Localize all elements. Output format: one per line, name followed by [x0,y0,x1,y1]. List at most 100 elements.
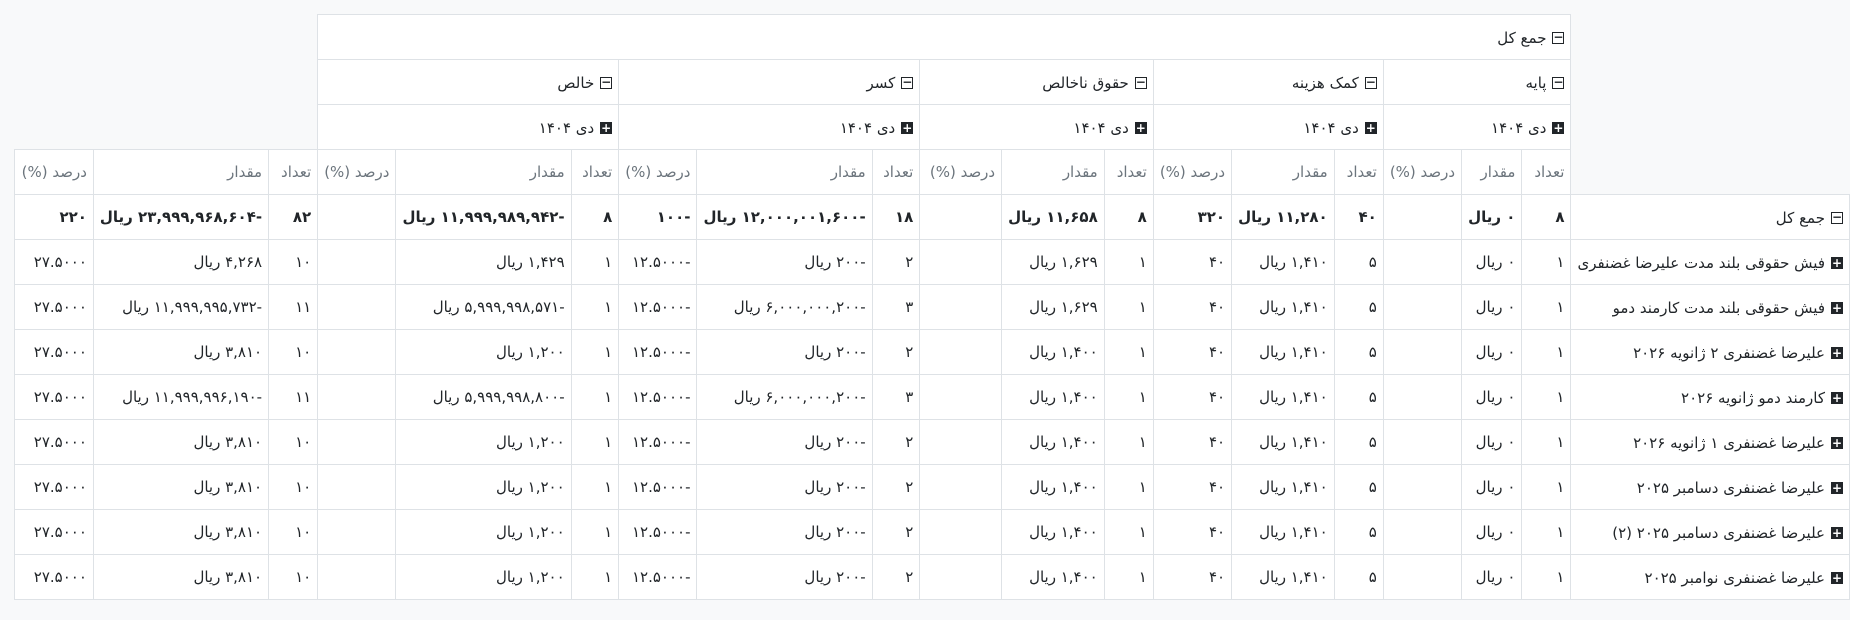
row-toggle[interactable]: + فیش حقوقی بلند مدت کارمند دمو [1613,299,1843,317]
period-toggle[interactable]: + دی ۱۴۰۴ [1303,119,1377,137]
row-header[interactable]: + علیرضا غضنفری ۲ ژانویه ۲۰۲۶ [1570,329,1850,375]
cell-count: ۵ [1333,464,1384,510]
row-toggle[interactable]: + علیرضا غضنفری دسامبر ۲۰۲۵ (۲) [1612,524,1843,542]
col-header-group[interactable]: − پایه [1382,59,1572,105]
col-header-group[interactable]: − خالص [317,59,620,105]
row-header[interactable]: + فیش حقوقی بلند مدت کارمند دمو [1570,284,1850,330]
expand-icon[interactable]: + [1831,346,1843,359]
measure-header-count[interactable]: تعداد [871,149,921,195]
measure-header-amount[interactable]: مقدار [92,149,270,195]
row-header[interactable]: + علیرضا غضنفری ۱ ژانویه ۲۰۲۶ [1570,419,1850,465]
measure-header-count[interactable]: تعداد [1103,149,1154,195]
col-header-grand-total[interactable]: − جمع کل [317,14,1572,60]
measure-header-percent[interactable]: درصد (%) [1382,149,1463,195]
expand-icon[interactable]: + [901,121,914,134]
group-toggle[interactable]: − کسر [866,74,914,92]
row-header[interactable]: + علیرضا غضنفری دسامبر ۲۰۲۵ (۲) [1570,509,1850,555]
row-toggle[interactable]: + علیرضا غضنفری ۱ ژانویه ۲۰۲۶ [1633,434,1843,452]
col-header-period[interactable]: + دی ۱۴۰۴ [1152,104,1384,150]
measure-header-percent[interactable]: درصد (%) [618,149,698,195]
measure-header-percent[interactable]: درصد (%) [1152,149,1233,195]
col-header-period[interactable]: + دی ۱۴۰۴ [618,104,921,150]
table-row: + علیرضا غضنفری دسامبر ۲۰۲۵ ۱ ۰ ریال ۵ ۱,۴۱۰ … [14,464,1850,510]
header-label: دی ۱۴۰۴ [1491,118,1547,137]
row-toggle[interactable]: + علیرضا غضنفری ۲ ژانویه ۲۰۲۶ [1633,344,1843,362]
group-toggle[interactable]: − خالص [557,74,613,92]
period-toggle[interactable]: + دی ۱۴۰۴ [1491,118,1565,137]
collapse-icon[interactable]: − [1831,211,1843,224]
row-toggle[interactable]: + کارمند دمو ژانویه ۲۰۲۶ [1681,389,1843,407]
corner-cell [15,15,318,60]
row-toggle[interactable]: + علیرضا غضنفری نوامبر ۲۰۲۵ [1645,569,1843,587]
group-toggle[interactable]: − کمک هزینه [1292,74,1377,92]
col-header-period[interactable]: + دی ۱۴۰۴ [919,104,1154,150]
collapse-icon[interactable]: − [1552,31,1565,44]
measure-header-count[interactable]: تعداد [268,149,319,195]
cell-percent: ۳۲۰ [1152,194,1233,240]
collapse-icon[interactable]: − [1364,76,1377,89]
measure-header-amount[interactable]: مقدار [1231,149,1335,195]
expand-icon[interactable]: + [1831,436,1843,449]
cell-count: ۱۰ [268,239,319,285]
collapse-icon[interactable]: − [1552,76,1565,89]
cell-count: ۸۲ [268,194,319,240]
expand-icon[interactable]: + [1831,256,1843,269]
expand-icon[interactable]: + [1134,121,1147,134]
row-toggle[interactable]: + فیش حقوقی بلند مدت علیرضا غضنفری [1577,254,1843,272]
row-header[interactable]: + علیرضا غضنفری دسامبر ۲۰۲۵ [1570,464,1850,510]
collapse-icon[interactable]: − [1134,76,1147,89]
cell-percent: -۱۲.۵۰۰۰ [618,284,698,330]
group-toggle[interactable]: − حقوق ناخالص [1042,74,1147,92]
collapse-icon[interactable]: − [901,76,914,89]
cell-count: ۲ [871,554,921,600]
measure-header-percent[interactable]: درصد (%) [14,149,94,195]
measure-header-amount[interactable]: مقدار [395,149,572,195]
col-header-period[interactable]: + دی ۱۴۰۴ [1382,104,1572,150]
period-toggle[interactable]: + دی ۱۴۰۴ [1073,119,1147,137]
measure-header-count[interactable]: تعداد [1521,149,1572,195]
row-header[interactable]: + فیش حقوقی بلند مدت علیرضا غضنفری [1570,239,1850,285]
expand-icon[interactable]: + [1831,571,1843,584]
col-header-group[interactable]: − حقوق ناخالص [919,59,1154,105]
cell-amount: ۱,۶۲۹ ریال [1001,284,1105,330]
row-header[interactable]: + علیرضا غضنفری نوامبر ۲۰۲۵ [1570,554,1850,600]
grand-total-toggle[interactable]: − جمع کل [1497,29,1565,47]
group-toggle[interactable]: − پایه [1526,74,1565,92]
measure-header-count[interactable]: تعداد [570,149,620,195]
expand-icon[interactable]: + [1831,301,1843,314]
period-toggle[interactable]: + دی ۱۴۰۴ [539,119,613,137]
measure-header-amount[interactable]: مقدار [1001,149,1105,195]
expand-icon[interactable]: + [600,121,613,134]
cell-percent [1382,554,1463,600]
measure-header-amount[interactable]: مقدار [696,149,873,195]
cell-amount: ۰ ریال [1461,554,1523,600]
expand-icon[interactable]: + [1364,121,1377,134]
cell-percent [919,554,1003,600]
expand-icon[interactable]: + [1831,391,1843,404]
cell-amount: ۰ ریال [1461,284,1523,330]
col-header-group[interactable]: − کمک هزینه [1152,59,1384,105]
expand-icon[interactable]: + [1831,481,1843,494]
row-header[interactable]: − جمع کل [1570,194,1850,240]
cell-amount: -۱۱,۹۹۹,۹۸۹,۹۴۲ ریال [395,194,572,240]
collapse-icon[interactable]: − [600,76,613,89]
row-header[interactable]: + کارمند دمو ژانویه ۲۰۲۶ [1570,374,1850,420]
row-toggle[interactable]: + علیرضا غضنفری دسامبر ۲۰۲۵ [1637,479,1843,497]
expand-icon[interactable]: + [1831,526,1843,539]
cell-percent [317,329,397,375]
cell-percent [317,284,397,330]
cell-count: ۱۰ [268,464,319,510]
expand-icon[interactable]: + [1552,121,1565,134]
cell-amount: -۱۱,۹۹۹,۹۹۵,۷۳۲ ریال [92,284,270,330]
cell-amount: ۱,۴۱۰ ریال [1231,239,1335,285]
col-header-period[interactable]: + دی ۱۴۰۴ [317,104,620,150]
period-toggle[interactable]: + دی ۱۴۰۴ [840,119,914,137]
measure-header-amount[interactable]: مقدار [1461,149,1523,195]
measure-header-percent[interactable]: درصد (%) [919,149,1003,195]
measure-header-percent[interactable]: درصد (%) [317,149,397,195]
col-header-group[interactable]: − کسر [618,59,921,105]
row-total-toggle[interactable]: − جمع کل [1776,209,1843,227]
cell-amount: ۰ ریال [1461,464,1523,510]
pivot-table: − جمع کل − پایه − کمک هزینه − حقوق ناخالص − کسر − خ… [14,14,1850,600]
measure-header-count[interactable]: تعداد [1333,149,1384,195]
